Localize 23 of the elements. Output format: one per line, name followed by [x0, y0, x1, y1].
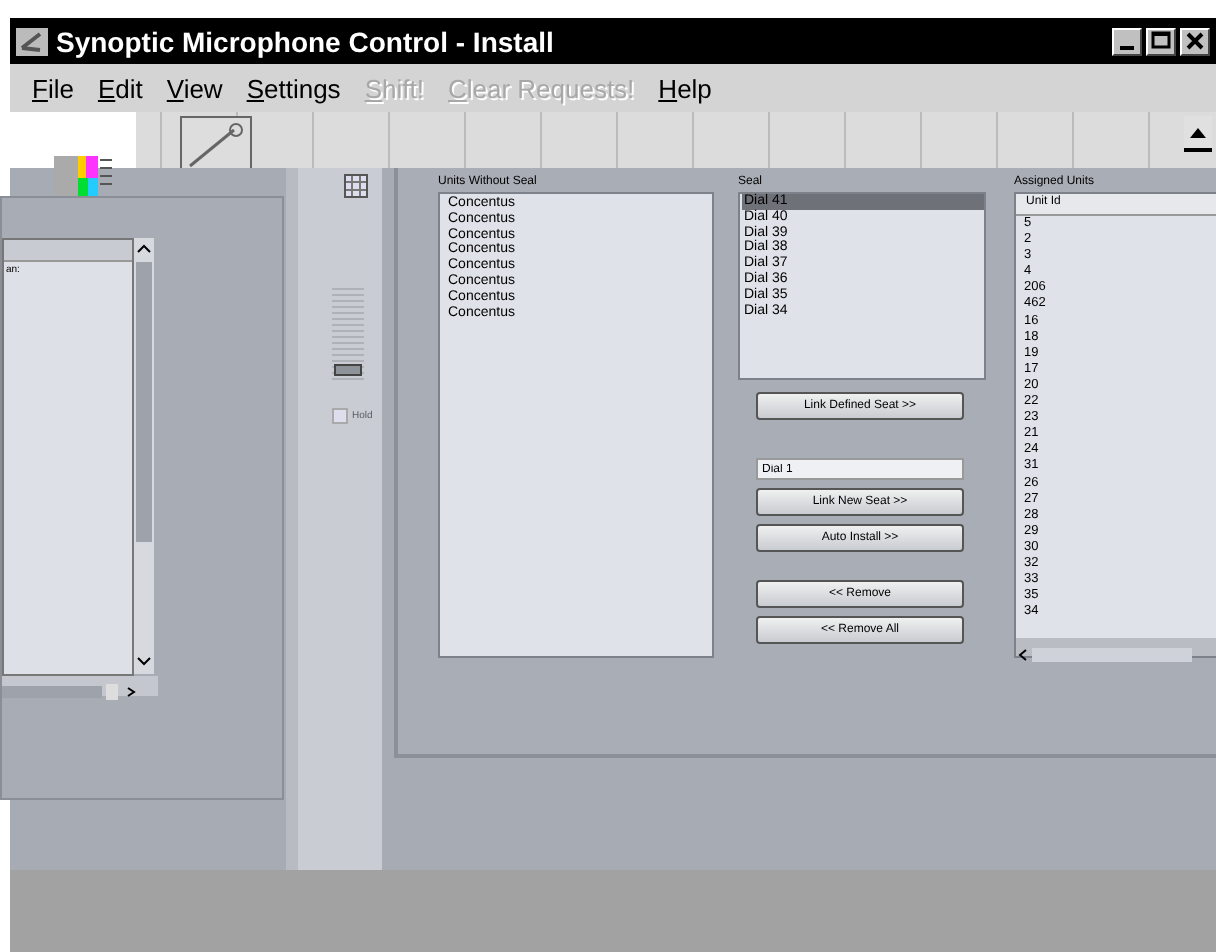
menu-item[interactable]: File [32, 73, 74, 103]
toolbar-panel [10, 112, 136, 168]
grid-icon[interactable] [344, 174, 368, 198]
menu-item[interactable]: Help [658, 73, 712, 103]
maximize-button[interactable] [1146, 27, 1176, 55]
checkbox[interactable] [332, 408, 348, 424]
scroll-up-button[interactable] [1184, 116, 1212, 152]
maximize-icon [1150, 30, 1172, 52]
minimize-icon [1120, 45, 1134, 49]
list-header [4, 240, 132, 262]
menu-item[interactable]: View [166, 73, 223, 103]
menu-item[interactable]: Settings [246, 73, 341, 103]
horizontal-scrollbar[interactable] [1016, 638, 1216, 656]
window-title: Synoptic Microphone Control - Install [56, 25, 556, 57]
horizontal-scrollbar[interactable] [2, 676, 158, 696]
up-arrow-icon [1188, 124, 1208, 140]
vertical-scrollbar[interactable] [134, 238, 154, 674]
close-icon [1184, 30, 1206, 52]
close-button[interactable] [1180, 27, 1210, 55]
minimize-button[interactable] [1112, 27, 1142, 55]
app-icon [16, 27, 48, 55]
slider-thumb[interactable] [334, 364, 362, 377]
menu-item[interactable]: Edit [97, 73, 143, 103]
